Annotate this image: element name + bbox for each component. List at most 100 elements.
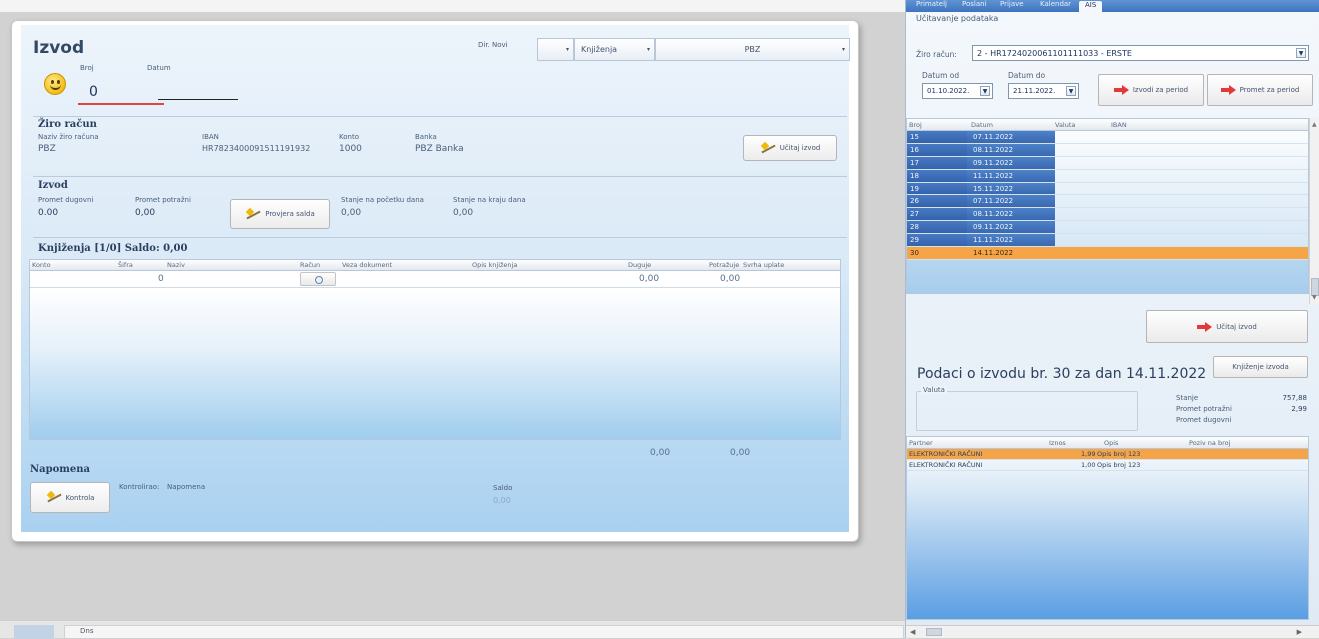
- wand-icon: [245, 209, 261, 220]
- iznos-cell: 1,99: [1081, 450, 1096, 458]
- list-item[interactable]: 15 07.11.2022: [907, 131, 1308, 144]
- promet-za-period-button[interactable]: Promet za period: [1207, 74, 1313, 106]
- wand-icon: [46, 492, 62, 503]
- ziro-section-title: Žiro račun: [38, 119, 97, 130]
- col-iban[interactable]: IBAN: [1111, 121, 1127, 129]
- ucitaj-izvod-button[interactable]: Učitaj izvod: [743, 135, 837, 161]
- datum-input[interactable]: [158, 99, 238, 100]
- stanje-value: 757,88: [1282, 394, 1308, 402]
- ucitavanje-subtitle: Učitavanje podataka: [916, 14, 999, 23]
- chevron-down-icon[interactable]: ▼: [1296, 48, 1306, 58]
- grid-header: Konto Šifra Naziv Račun Veza dokument Op…: [30, 260, 840, 271]
- page-title: Izvod: [33, 38, 85, 58]
- scroll-thumb[interactable]: [926, 628, 942, 636]
- chevron-down-icon[interactable]: ▼: [1066, 86, 1076, 96]
- dir-combo[interactable]: ▾: [537, 38, 574, 61]
- table-row[interactable]: ELEKTRONIČKI RAČUNI 1,00 Opis broj 123: [907, 460, 1308, 471]
- col-opis[interactable]: Opis: [1104, 439, 1118, 447]
- scroll-up-icon[interactable]: ▲: [1312, 121, 1317, 128]
- list-item-broj: 28: [910, 223, 919, 232]
- iban-label: IBAN: [202, 133, 219, 141]
- promet-potrazni-value: 2,99: [1291, 405, 1307, 413]
- list-item[interactable]: 17 09.11.2022: [907, 156, 1308, 170]
- col-partner[interactable]: Partner: [909, 439, 933, 447]
- list-item-broj: 17: [910, 158, 919, 167]
- scroll-right-icon[interactable]: ▶: [1297, 628, 1302, 636]
- search-icon[interactable]: [300, 272, 336, 286]
- col-poziv-na-broj[interactable]: Poziv na broj: [1189, 439, 1230, 447]
- broj-label: Broj: [80, 64, 94, 72]
- tab-kalendar[interactable]: Kalendar: [1040, 0, 1071, 8]
- list-item[interactable]: 26 07.11.2022: [907, 195, 1308, 209]
- tab-primatelj[interactable]: Primatelj: [916, 0, 947, 8]
- kontrola-button[interactable]: Kontrola: [30, 482, 110, 513]
- izvod-window: Izvod Broj 0 Datum Dir. Novi ▾ Knjiženja…: [11, 20, 859, 542]
- list-item-broj: 30: [910, 249, 919, 258]
- izvodi-za-period-button[interactable]: Izvodi za period: [1098, 74, 1204, 106]
- saldo-label: Saldo: [493, 484, 513, 492]
- broj-input[interactable]: 0: [89, 84, 98, 100]
- col-iznos[interactable]: Iznos: [1049, 439, 1066, 447]
- col-valuta[interactable]: Valuta: [1055, 121, 1075, 129]
- right-panel-tabs: Primatelj Poslani Prijave Kalendar AIS: [906, 0, 1319, 13]
- divider: [33, 116, 847, 117]
- ziro-racun-label: Žiro račun:: [916, 50, 957, 59]
- col-naziv[interactable]: Naziv: [167, 261, 185, 269]
- ziro-racun-select[interactable]: 2 - HR1724020061101111033 - ERSTE ▼: [972, 45, 1309, 61]
- knjizenja-section-title: Knjiženja [1/0] Saldo: 0,00: [38, 243, 188, 254]
- datum-do-picker[interactable]: 21.11.2022. ▼: [1008, 83, 1079, 99]
- tab-poslani[interactable]: Poslani: [962, 0, 987, 8]
- list-item-broj: 18: [910, 171, 919, 180]
- scroll-down-icon[interactable]: ▼: [1312, 294, 1317, 301]
- list-item[interactable]: 18 11.11.2022: [907, 169, 1308, 183]
- stanje-kraj-value: 0,00: [453, 208, 474, 218]
- dir-label: Dir. Novi: [478, 41, 508, 49]
- partner-list-header: Partner Iznos Opis Poziv na broj: [907, 437, 1308, 449]
- col-duguje[interactable]: Duguje: [628, 261, 651, 269]
- horizontal-scrollbar[interactable]: ◀ ▶: [906, 625, 1319, 638]
- knjizenja-grid[interactable]: Konto Šifra Naziv Račun Veza dokument Op…: [29, 259, 841, 440]
- izvodi-list[interactable]: Broj Datum Valuta IBAN 15 07.11.2022 16 08.…: [906, 118, 1309, 294]
- knjizenje-izvoda-button[interactable]: Knjiženje izvoda: [1213, 356, 1308, 378]
- list-item-datum: 09.11.2022: [973, 158, 1014, 167]
- tab-prijave[interactable]: Prijave: [1000, 0, 1024, 8]
- stanje-pocetak-label: Stanje na početku dana: [341, 196, 424, 204]
- status-tab[interactable]: [14, 625, 54, 639]
- list-item[interactable]: 28 09.11.2022: [907, 221, 1308, 235]
- list-item-datum: 11.11.2022: [973, 171, 1014, 180]
- chevron-down-icon[interactable]: ▼: [980, 86, 990, 96]
- list-item[interactable]: 30 14.11.2022: [907, 247, 1308, 260]
- col-opis[interactable]: Opis knjiženja: [472, 261, 517, 269]
- table-row[interactable]: ELEKTRONIČKI RAČUNI 1,99 Opis broj 123: [907, 449, 1308, 460]
- scroll-left-icon[interactable]: ◀: [910, 628, 915, 636]
- col-sifra[interactable]: Šifra: [118, 261, 133, 269]
- partner-list[interactable]: Partner Iznos Opis Poziv na broj ELEKTRO…: [906, 436, 1309, 620]
- list-item[interactable]: 29 11.11.2022: [907, 234, 1308, 248]
- col-potrazuje[interactable]: Potražuje: [709, 261, 739, 269]
- valuta-group: Valuta: [916, 386, 1138, 431]
- stanje-kraj-label: Stanje na kraju dana: [453, 196, 526, 204]
- table-row[interactable]: 0 0,00 0,00: [30, 271, 840, 288]
- list-item[interactable]: 19 15.11.2022: [907, 182, 1308, 196]
- col-konto[interactable]: Konto: [32, 261, 51, 269]
- arrow-right-icon: [1197, 321, 1213, 332]
- col-datum[interactable]: Datum: [971, 121, 993, 129]
- list-item-broj: 19: [910, 184, 919, 193]
- col-veza-dokument[interactable]: Veza dokument: [342, 261, 392, 269]
- divider: [33, 237, 847, 238]
- list-item[interactable]: 27 08.11.2022: [907, 208, 1308, 222]
- type-combo[interactable]: Knjiženja ▾: [574, 38, 655, 61]
- col-racun[interactable]: Račun: [300, 261, 320, 269]
- col-broj[interactable]: Broj: [909, 121, 922, 129]
- list-item-datum: 15.11.2022: [973, 184, 1014, 193]
- provjera-salda-button[interactable]: Provjera salda: [230, 199, 330, 229]
- col-svrha[interactable]: Svrha uplate: [743, 261, 784, 269]
- banka-label: Banka: [415, 133, 437, 141]
- ucitaj-izvod-right-button[interactable]: Učitaj izvod: [1146, 310, 1308, 343]
- datum-od-picker[interactable]: 01.10.2022. ▼: [922, 83, 993, 99]
- bank-combo[interactable]: PBZ ▾: [655, 38, 850, 61]
- tab-ais[interactable]: AIS: [1079, 1, 1103, 13]
- list-scrollbar[interactable]: ▲ ▼: [1309, 118, 1319, 304]
- list-item[interactable]: 16 08.11.2022: [907, 143, 1308, 157]
- promet-dugovni-label: Promet dugovni: [1176, 416, 1232, 424]
